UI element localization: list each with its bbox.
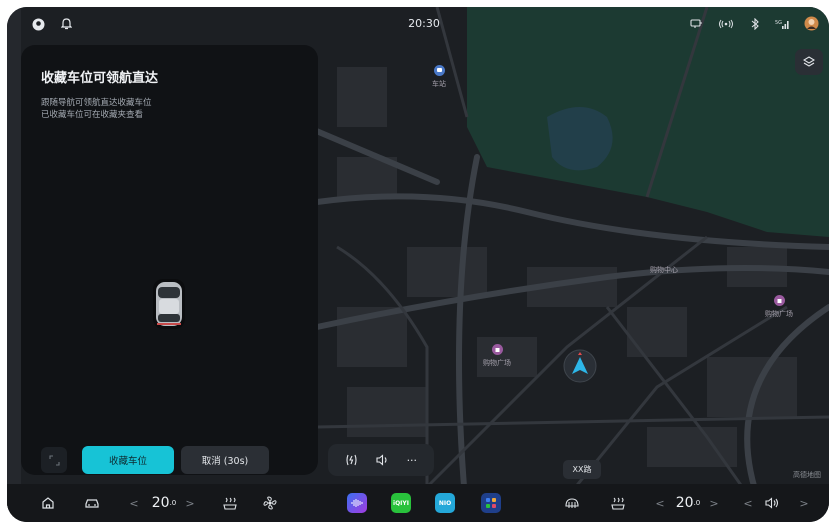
hotspot-icon [717, 16, 735, 32]
shopping-marker-icon [491, 344, 503, 355]
right-temp-up-button[interactable]: > [707, 484, 721, 522]
bottom-dock: < 20.0 > iQIYI NIO < 20 .0 > < > [7, 484, 829, 522]
status-bar: 20:30 5G [7, 7, 829, 41]
layers-icon [803, 56, 815, 67]
panel-title: 收藏车位可领航直达 [41, 71, 159, 86]
poi-label: 购物广场 [765, 310, 793, 318]
app-grid-icon[interactable] [479, 484, 503, 522]
audio-app-tile [347, 493, 367, 513]
navigation-position-icon [563, 349, 597, 383]
left-temperature: 20.0 [147, 484, 181, 522]
volume-up-button[interactable]: > [797, 484, 811, 522]
nio-app-icon[interactable]: NIO [433, 484, 457, 522]
user-avatar-icon[interactable] [803, 15, 819, 31]
poi-station[interactable]: 车站 [432, 65, 446, 89]
cancel-button[interactable]: 取消 (30s) [181, 446, 269, 474]
poi-shopping-plaza[interactable]: 购物广场 [483, 344, 511, 368]
volume-down-button[interactable]: < [741, 484, 755, 522]
nio-app-tile: NIO [435, 493, 455, 513]
poi-label: 购物广场 [483, 359, 511, 367]
left-temp-decimal: .0 [169, 499, 177, 507]
volume-icon[interactable] [376, 454, 389, 466]
media-control-bar: ··· [328, 444, 434, 476]
fan-icon[interactable] [257, 484, 283, 522]
iqiyi-app-tile: iQIYI [391, 493, 411, 513]
poi-shopping-center[interactable]: 购物中心 [650, 265, 678, 275]
right-temperature: 20.0 [671, 484, 705, 522]
profile-icon[interactable] [31, 16, 45, 32]
description-line: 跟随导航可领航直达收藏车位 [41, 98, 152, 108]
svg-text:5G: 5G [775, 20, 782, 26]
expand-button[interactable] [41, 447, 67, 473]
shopping-marker-icon [773, 295, 785, 306]
charging-plug-icon [689, 16, 703, 32]
defrost-icon[interactable] [559, 484, 585, 522]
bluetooth-icon [749, 16, 761, 32]
description-line: 已收藏车位可在收藏夹查看 [41, 110, 144, 120]
panel-description: 跟随导航可领航直达收藏车位 已收藏车位可在收藏夹查看 [41, 97, 152, 121]
station-marker-icon [433, 65, 445, 76]
more-icon[interactable]: ··· [407, 454, 418, 467]
left-temp-value: 20 [151, 495, 170, 511]
right-temp-down-button[interactable]: < [653, 484, 667, 522]
current-street-label: XX路 [563, 460, 601, 479]
seat-heat-icon[interactable] [217, 484, 243, 522]
car-screen: 车站 购物广场 购物中心 购物广场 20:30 5G 收藏车位可领航直达 跟随导… [7, 7, 829, 522]
clock: 20:30 [408, 17, 440, 30]
poi-label: 购物中心 [650, 266, 678, 274]
bell-icon[interactable] [59, 16, 73, 32]
right-temp-value: 20 [675, 495, 694, 511]
poi-label: 车站 [432, 80, 446, 88]
iqiyi-app-icon[interactable]: iQIYI [389, 484, 413, 522]
audio-app-icon[interactable] [345, 484, 369, 522]
left-temp-up-button[interactable]: > [183, 484, 197, 522]
lightning-icon[interactable] [345, 454, 358, 466]
seat-heat-right-icon[interactable] [605, 484, 631, 522]
app-grid-tile [481, 493, 501, 513]
cellular-5g-icon: 5G [773, 16, 791, 32]
save-parking-panel: 收藏车位可领航直达 跟随导航可领航直达收藏车位 已收藏车位可在收藏夹查看 收藏车… [21, 45, 318, 475]
car-icon[interactable] [79, 484, 105, 522]
expand-icon [48, 454, 60, 466]
right-temp-decimal: .0 [693, 499, 701, 507]
poi-shopping-plaza-2[interactable]: 购物广场 [765, 295, 793, 319]
save-parking-button[interactable]: 收藏车位 [82, 446, 174, 474]
home-icon[interactable] [35, 484, 61, 522]
left-temp-down-button[interactable]: < [127, 484, 141, 522]
map-watermark: 高德地图 [793, 471, 821, 479]
car-top-view-icon [149, 277, 189, 331]
volume-icon[interactable] [761, 484, 783, 522]
map-layers-button[interactable] [795, 49, 823, 75]
